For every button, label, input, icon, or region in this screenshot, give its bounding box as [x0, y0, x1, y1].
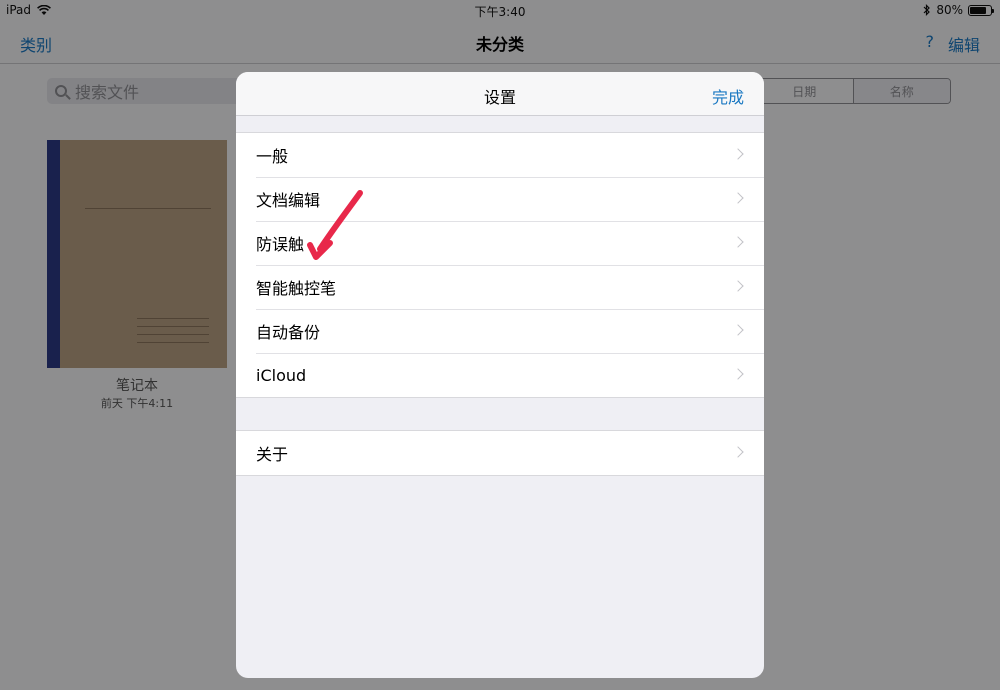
settings-group-main: 一般 文档编辑 防误触 智能触控笔 自动备份 iCloud [236, 132, 764, 398]
settings-row-icloud[interactable]: iCloud [236, 353, 764, 397]
settings-row-label: iCloud [256, 365, 307, 385]
settings-row-label: 一般 [256, 147, 289, 166]
settings-row-general[interactable]: 一般 [236, 133, 764, 177]
settings-row-smart-stylus[interactable]: 智能触控笔 [236, 265, 764, 309]
annotation-arrow-icon [307, 190, 363, 260]
chevron-right-icon [732, 236, 744, 248]
settings-modal: 设置 完成 一般 文档编辑 防误触 智能触控笔 自动备份 iCloud 关于 [236, 72, 764, 678]
settings-row-label: 自动备份 [256, 323, 321, 342]
chevron-right-icon [732, 192, 744, 204]
settings-group-about: 关于 [236, 430, 764, 476]
done-button[interactable]: 完成 [712, 84, 744, 108]
settings-row-auto-backup[interactable]: 自动备份 [236, 309, 764, 353]
settings-row-about[interactable]: 关于 [236, 431, 764, 475]
modal-header: 设置 完成 [236, 72, 764, 116]
chevron-right-icon [732, 446, 744, 458]
chevron-right-icon [732, 368, 744, 380]
settings-row-label: 防误触 [256, 235, 305, 254]
chevron-right-icon [732, 324, 744, 336]
settings-row-label: 智能触控笔 [256, 279, 337, 298]
modal-title: 设置 [483, 88, 516, 107]
settings-row-label: 关于 [256, 445, 289, 464]
chevron-right-icon [732, 148, 744, 160]
chevron-right-icon [732, 280, 744, 292]
